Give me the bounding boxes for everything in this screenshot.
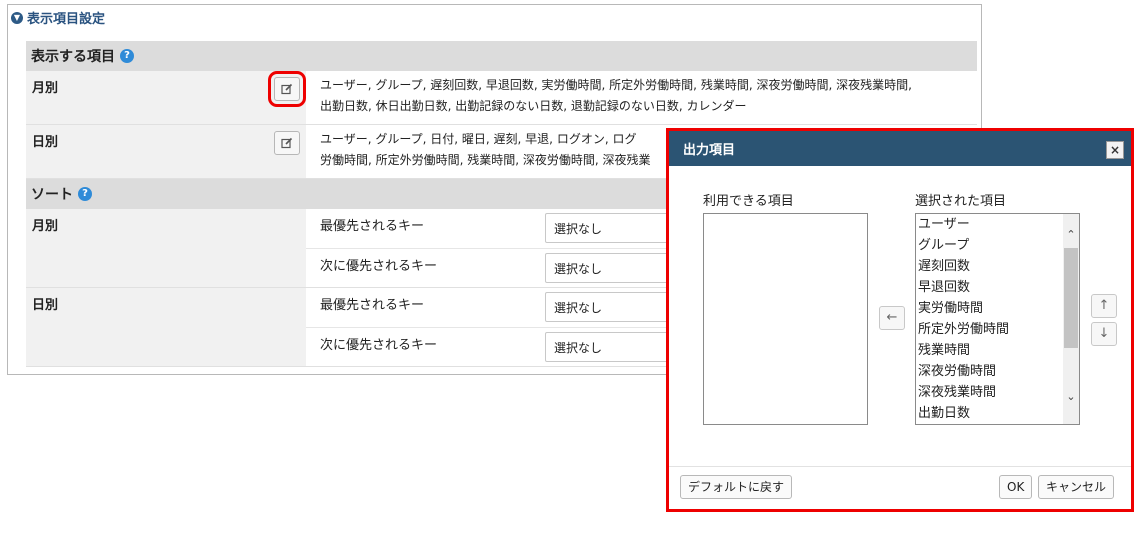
chevron-down-icon[interactable]: ▼: [11, 11, 23, 24]
row-label-daily: 日別: [32, 135, 59, 150]
scrollbar[interactable]: ⌃ ⌄: [1063, 214, 1079, 424]
move-down-button[interactable]: ↓: [1091, 322, 1117, 346]
close-icon[interactable]: ×: [1106, 141, 1124, 159]
chevron-up-icon[interactable]: ⌃: [1063, 228, 1079, 241]
edit-icon: [281, 137, 293, 149]
available-items-list[interactable]: [703, 213, 868, 425]
dialog-footer: デフォルトに戻す OK キャンセル: [669, 466, 1131, 509]
selected-items-title: 選択された項目: [915, 194, 1007, 209]
settings-header[interactable]: ▼ 表示項目設定: [11, 8, 105, 27]
sort-group-label: 日別: [26, 288, 306, 366]
dialog-body: 利用できる項目 ← 選択された項目 ユーザー グループ 遅刻回数 早退回数 実労働時間所…: [669, 166, 1131, 464]
selected-item[interactable]: 所定外労働時間: [916, 319, 1079, 340]
display-items-title: 表示する項目: [31, 49, 115, 65]
settings-title: 表示項目設定: [27, 12, 106, 27]
sort-group-label: 月別: [26, 209, 306, 287]
sort-key-label: 最優先されるキー: [320, 219, 425, 234]
selected-item[interactable]: グループ: [916, 235, 1079, 256]
dialog-header: 出力項目 ×: [669, 131, 1131, 166]
selected-item[interactable]: 早退回数: [916, 277, 1079, 298]
cancel-button[interactable]: キャンセル: [1038, 475, 1115, 499]
sort-key-label: 次に優先されるキー: [320, 259, 438, 274]
arrow-up-icon: ↑: [1098, 298, 1110, 313]
chevron-down-icon[interactable]: ⌄: [1063, 390, 1079, 403]
selected-item[interactable]: 実労働時間: [916, 298, 1079, 319]
display-row-label: 月別: [26, 71, 306, 124]
selected-items: ユーザー グループ 遅刻回数 早退回数 実労働時間 所定外労働時間 残業時間 深夜労働時間 深夜…: [916, 214, 1079, 424]
display-row-value: ユーザー, グループ, 遅刻回数, 早退回数, 実労働時間, 所定外労働時間, …: [306, 71, 977, 124]
selected-item[interactable]: 遅刻回数: [916, 256, 1079, 277]
restore-default-button[interactable]: デフォルトに戻す: [680, 475, 793, 499]
output-items-dialog: 出力項目 × 利用できる項目 ← 選択された項目 ユーザー グループ 遅刻回数 早退回…: [666, 128, 1134, 512]
selected-items-list[interactable]: ユーザー グループ 遅刻回数 早退回数 実労働時間 所定外労働時間 残業時間 深夜労働時間 深夜…: [915, 213, 1080, 425]
move-left-button[interactable]: ←: [879, 306, 905, 330]
value-line: ユーザー, グループ, 遅刻回数, 早退回数, 実労働時間, 所定外労働時間, …: [320, 78, 912, 92]
display-row-monthly: 月別 ユーザー, グループ, 遅刻回数, 早退回数, 実労働時間, 所定外労働時…: [26, 71, 977, 125]
edit-daily-button[interactable]: [274, 131, 300, 155]
display-row-label: 日別: [26, 125, 306, 178]
selected-item[interactable]: 深夜労働時間: [916, 361, 1079, 382]
help-icon[interactable]: ?: [120, 49, 134, 63]
move-up-button[interactable]: ↑: [1091, 294, 1117, 318]
edit-icon: [281, 83, 293, 95]
selected-item[interactable]: 出勤日数: [916, 403, 1079, 424]
help-icon[interactable]: ?: [78, 187, 92, 201]
row-label-monthly: 月別: [32, 81, 59, 96]
arrow-left-icon: ←: [886, 310, 898, 325]
ok-button[interactable]: OK: [999, 475, 1033, 499]
display-items-heading: 表示する項目 ?: [26, 41, 977, 71]
sort-key-label: 最優先されるキー: [320, 298, 425, 313]
scroll-thumb[interactable]: [1064, 248, 1078, 348]
edit-monthly-button[interactable]: [268, 71, 306, 107]
dialog-title: 出力項目: [683, 143, 736, 158]
selected-item[interactable]: ユーザー: [916, 214, 1079, 235]
sort-title: ソート: [31, 187, 73, 203]
sort-key-label: 次に優先されるキー: [320, 338, 438, 353]
available-items-title: 利用できる項目: [703, 194, 794, 209]
arrow-down-icon: ↓: [1098, 326, 1110, 341]
selected-item[interactable]: 残業時間: [916, 340, 1079, 361]
value-line: 出勤日数, 休日出勤日数, 出勤記録のない日数, 退勤記録のない日数, カレンダ…: [320, 99, 747, 113]
selected-item[interactable]: 深夜残業時間: [916, 382, 1079, 403]
